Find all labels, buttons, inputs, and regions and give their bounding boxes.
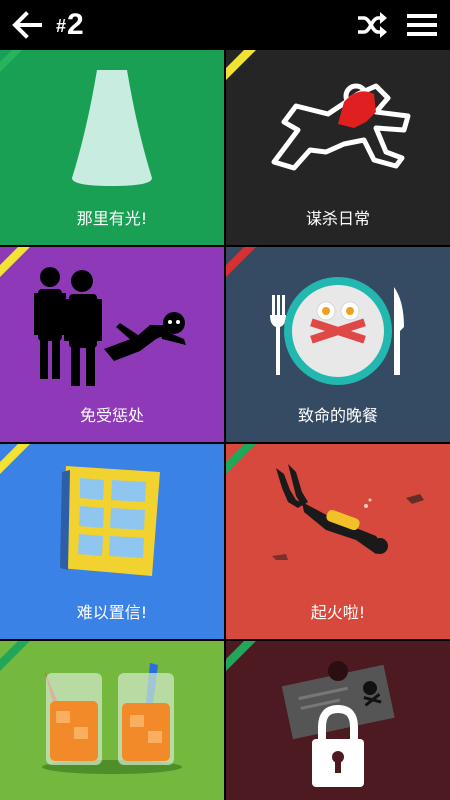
padlock-icon — [281, 661, 395, 787]
level-tile-6[interactable]: 起火啦! — [226, 444, 450, 639]
level-tile-7[interactable] — [0, 641, 224, 800]
level-tile-2[interactable]: 谋杀日常 — [226, 50, 450, 245]
top-bar: #2 — [0, 0, 450, 50]
shuffle-icon[interactable] — [356, 11, 388, 39]
level-grid: 那里有光! 谋杀日常 免受惩处 致命的晚餐 难以置信! 起火啦! — [0, 50, 450, 800]
level-title: 难以置信! — [76, 603, 148, 622]
level-tile-8[interactable] — [226, 641, 450, 800]
hamburger-menu-icon[interactable] — [406, 12, 438, 38]
level-title: 谋杀日常 — [305, 209, 370, 228]
level-tile-3[interactable]: 免受惩处 — [0, 247, 224, 442]
level-title: 起火啦! — [310, 603, 366, 622]
level-title: 免受惩处 — [79, 406, 144, 425]
level-tile-4[interactable]: 致命的晚餐 — [226, 247, 450, 442]
level-tile-1[interactable]: 那里有光! — [0, 50, 224, 245]
juice-glasses-icon — [42, 663, 182, 774]
level-number: #2 — [56, 8, 84, 41]
level-title: 致命的晚餐 — [297, 406, 378, 425]
level-title: 那里有光! — [76, 209, 148, 228]
level-tile-5[interactable]: 难以置信! — [0, 444, 224, 639]
arrow-left-icon[interactable] — [10, 10, 44, 40]
